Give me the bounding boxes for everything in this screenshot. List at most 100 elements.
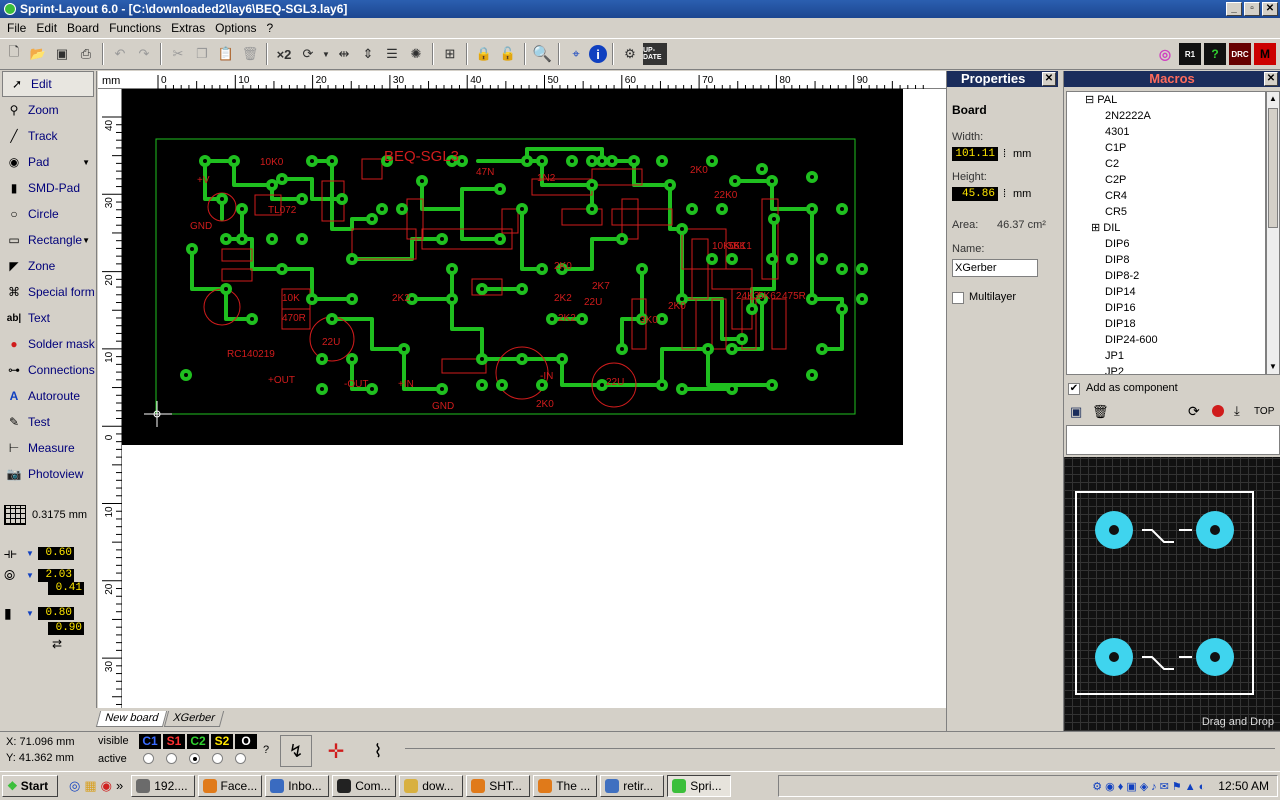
- tree-item[interactable]: JP1: [1067, 348, 1265, 364]
- new-file-icon[interactable]: 🗋: [3, 43, 25, 65]
- unlock-icon[interactable]: 🔓: [497, 43, 519, 65]
- smd-height-field[interactable]: 0.90: [48, 622, 84, 635]
- layer-active-radio[interactable]: [212, 753, 223, 764]
- pad-drill-field[interactable]: 0.41: [48, 582, 84, 595]
- tab-xgerber[interactable]: XGerber: [164, 711, 224, 727]
- menu-help[interactable]: ?: [261, 21, 278, 35]
- close-icon[interactable]: ✕: [1264, 72, 1278, 86]
- taskbar-item[interactable]: The ...: [533, 775, 598, 797]
- taskbar-item[interactable]: 192....: [131, 775, 196, 797]
- chevron-down-icon[interactable]: ▼: [82, 158, 90, 167]
- copy-icon[interactable]: ❐: [191, 43, 213, 65]
- menu-functions[interactable]: Functions: [104, 21, 166, 35]
- info-icon[interactable]: i: [589, 45, 607, 63]
- tool-connections[interactable]: ⊶ Connections: [0, 357, 96, 383]
- cut-icon[interactable]: ✂: [167, 43, 189, 65]
- tool-solder-mask[interactable]: ● Solder mask: [0, 331, 96, 357]
- layer-active-radio[interactable]: [235, 753, 246, 764]
- pad-outer-field[interactable]: 2.03: [37, 569, 74, 582]
- tool-zone[interactable]: ◤ Zone: [0, 253, 96, 279]
- tool-circle[interactable]: ○ Circle: [0, 201, 96, 227]
- lock-icon[interactable]: 🔒: [473, 43, 495, 65]
- help-button[interactable]: ?: [1204, 43, 1226, 65]
- tree-scrollbar[interactable]: ▲ ▼: [1266, 91, 1280, 375]
- tool-track[interactable]: ╱ Track: [0, 123, 96, 149]
- align-icon[interactable]: ☰: [381, 43, 403, 65]
- add-as-component-checkbox[interactable]: ✔: [1068, 383, 1080, 395]
- zoom-icon[interactable]: 🔍: [531, 43, 553, 65]
- overflow-icon[interactable]: »: [116, 778, 123, 794]
- tree-item[interactable]: CR5: [1067, 204, 1265, 220]
- tool-smd-pad[interactable]: ▮ SMD-Pad: [0, 175, 96, 201]
- taskbar-item[interactable]: retir...: [600, 775, 665, 797]
- tool-text[interactable]: ab| Text: [0, 305, 96, 331]
- macro-preview[interactable]: Drag and Drop: [1064, 457, 1280, 731]
- print-icon[interactable]: ⎙: [75, 43, 97, 65]
- expand-icon[interactable]: ⊞: [1091, 222, 1103, 234]
- update-button[interactable]: UP-DATE: [643, 43, 667, 65]
- layer-active-radio[interactable]: [143, 753, 154, 764]
- scroll-down-icon[interactable]: ▼: [1267, 360, 1279, 374]
- ie-icon[interactable]: ◎: [69, 778, 80, 794]
- layer-help[interactable]: ?: [263, 744, 269, 756]
- import-icon[interactable]: ⤓: [1234, 403, 1240, 419]
- tool-rectangle[interactable]: ▭ Rectangle ▼: [0, 227, 96, 253]
- smd-width-field[interactable]: 0.80: [37, 607, 74, 620]
- tray-icons[interactable]: ⚙◉♦▣◈♪✉⚑▲◐: [1092, 780, 1208, 793]
- delete-icon[interactable]: 🗑: [239, 43, 261, 65]
- minimize-button[interactable]: _: [1226, 2, 1242, 16]
- tool-special-form[interactable]: ⌘ Special form: [0, 279, 96, 305]
- chrome-icon[interactable]: ◉: [101, 778, 112, 794]
- tree-root-pal[interactable]: ⊟ PAL: [1067, 92, 1265, 108]
- scroll-thumb[interactable]: [1268, 108, 1278, 228]
- components-icon[interactable]: ⚙: [619, 43, 641, 65]
- restore-button[interactable]: ▫: [1244, 2, 1260, 16]
- redo-icon[interactable]: ↷: [133, 43, 155, 65]
- ratsnest-button[interactable]: R1: [1179, 43, 1201, 65]
- layer-active-radio[interactable]: [166, 753, 177, 764]
- record-icon[interactable]: [1212, 405, 1224, 417]
- save-icon[interactable]: ▣: [51, 43, 73, 65]
- taskbar-item[interactable]: Spri...: [667, 775, 732, 797]
- open-file-icon[interactable]: 📂: [27, 43, 49, 65]
- target-icon[interactable]: ◎: [1154, 43, 1176, 65]
- tree-item[interactable]: CR4: [1067, 188, 1265, 204]
- swap-icon[interactable]: ⇄: [52, 637, 62, 651]
- save-macro-icon[interactable]: ▣: [1070, 404, 1082, 420]
- tool-measure[interactable]: ⊢ Measure: [0, 435, 96, 461]
- rotate-macro-icon[interactable]: ⟳: [1188, 403, 1200, 420]
- paste-icon[interactable]: 📋: [215, 43, 237, 65]
- chevron-down-icon[interactable]: ▼: [26, 571, 34, 580]
- pcb-board[interactable]: 10K0 TL072 BEQ-SGL3 47N 1N2 2K0 22K0 +V GND RC140…: [122, 89, 903, 445]
- tree-item[interactable]: 2N2222A: [1067, 108, 1265, 124]
- close-icon[interactable]: ✕: [1042, 72, 1056, 86]
- layer-toggle-c1[interactable]: C1: [139, 734, 161, 749]
- menu-extras[interactable]: Extras: [166, 21, 210, 35]
- tree-item[interactable]: DIP14: [1067, 284, 1265, 300]
- tree-item[interactable]: DIP8: [1067, 252, 1265, 268]
- tool-zoom[interactable]: ⚲ Zoom: [0, 97, 96, 123]
- tool-pad[interactable]: ◉ Pad ▼: [0, 149, 96, 175]
- taskbar-item[interactable]: Face...: [198, 775, 263, 797]
- tree-item[interactable]: DIP18: [1067, 316, 1265, 332]
- rotate-icon[interactable]: ⟳: [297, 43, 319, 65]
- tab-new-board[interactable]: New board: [95, 711, 168, 727]
- delete-macro-icon[interactable]: 🗑: [1092, 404, 1109, 420]
- macro-button[interactable]: M: [1254, 43, 1276, 65]
- track-width-field[interactable]: 0.60: [37, 547, 74, 560]
- origin-icon[interactable]: ⌖: [565, 43, 587, 65]
- tree-item[interactable]: DIP16: [1067, 300, 1265, 316]
- menu-board[interactable]: Board: [62, 21, 104, 35]
- drc-button[interactable]: DRC: [1229, 43, 1251, 65]
- close-button[interactable]: ✕: [1262, 2, 1278, 16]
- tool-autoroute[interactable]: A Autoroute: [0, 383, 96, 409]
- menu-file[interactable]: File: [2, 21, 31, 35]
- tree-item[interactable]: DIP8-2: [1067, 268, 1265, 284]
- undo-icon[interactable]: ↶: [109, 43, 131, 65]
- crosshair-icon[interactable]: ✛: [320, 735, 352, 767]
- chevron-down-icon[interactable]: ▼: [82, 236, 90, 245]
- name-field[interactable]: XGerber: [952, 259, 1038, 277]
- width-field[interactable]: 101.11: [952, 147, 998, 161]
- tree-item[interactable]: ⊞ DIL: [1067, 220, 1265, 236]
- group-icon[interactable]: ⊞: [439, 43, 461, 65]
